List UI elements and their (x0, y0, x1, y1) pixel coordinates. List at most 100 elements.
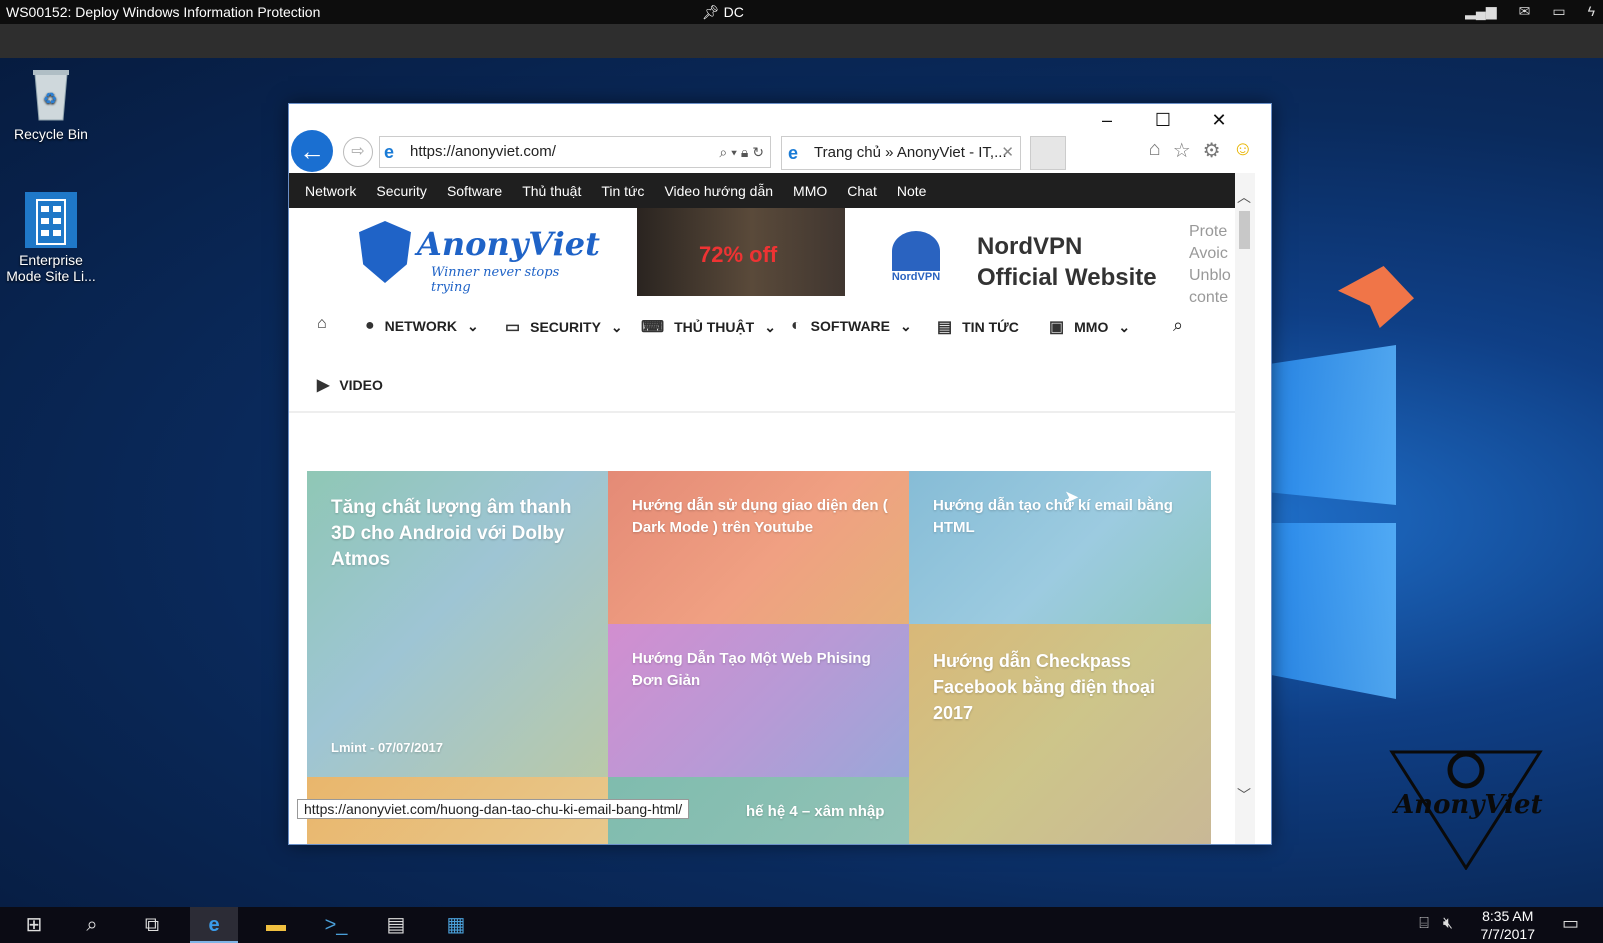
nav-software[interactable]: ◐ SOFTWARE ⌄ (791, 317, 912, 335)
featured-post[interactable]: Tăng chất lượng âm thanh 3D cho Android … (307, 471, 608, 777)
close-tab-icon[interactable]: ✕ (1001, 137, 1014, 169)
taskbar-file-explorer[interactable]: ▬ (252, 907, 300, 943)
forward-button[interactable]: ⇨ (343, 137, 373, 167)
top-nav-chat[interactable]: Chat (847, 183, 877, 199)
arrow-left-icon: ← (299, 136, 325, 166)
vertical-scrollbar[interactable]: ︿ ﹀ (1235, 173, 1255, 844)
clock-time: 8:35 AM (1482, 908, 1534, 924)
search-icon: ⌕ (86, 914, 98, 936)
close-window-button[interactable]: ✕ (1205, 110, 1233, 131)
maximize-button[interactable]: ☐ (1149, 110, 1177, 131)
nav-network[interactable]: ● NETWORK ⌄ (365, 317, 479, 335)
top-nav-security[interactable]: Security (376, 183, 427, 199)
nav-news[interactable]: ▤ TIN TỨC (937, 317, 1019, 337)
clock[interactable]: 8:35 AM 7/7/2017 (1481, 907, 1536, 943)
money-icon: ▣ (1049, 319, 1065, 336)
nordvpn-logo[interactable]: NordVPN (887, 231, 945, 291)
top-nav-network[interactable]: Network (305, 183, 356, 199)
ad-side-line: Unblo (1189, 267, 1231, 284)
nav-home[interactable]: ⌂ (317, 315, 327, 333)
chevron-up-icon[interactable]: ︿ (1237, 187, 1251, 207)
enterprise-mode-label: Enterprise Mode Site Li... (6, 252, 96, 284)
tab-title: Trang chủ » AnonyViet - IT,... (814, 144, 1007, 161)
minimize-button[interactable]: – (1093, 110, 1121, 131)
status-url-tooltip: https://anonyviet.com/huong-dan-tao-chu-… (297, 799, 690, 819)
search-button[interactable]: ⌕ (68, 907, 116, 943)
taskbar-enterprise-mode[interactable]: ▦ (432, 907, 480, 943)
chevron-down-icon[interactable]: ﹀ (1237, 785, 1251, 805)
ad-banner-image[interactable]: 72% off (637, 208, 845, 296)
network-icon[interactable]: ⌸ (1419, 915, 1429, 933)
mail-icon[interactable]: ✉ (1519, 3, 1531, 20)
top-nav-software[interactable]: Software (447, 183, 502, 199)
top-nav-news[interactable]: Tin tức (601, 183, 644, 199)
orange-arrow-icon (1338, 266, 1414, 328)
shield-lock-icon (359, 221, 411, 283)
post-meta: Lmint - 07/07/2017 (331, 740, 444, 755)
system-tray: ⌸ 🔇︎ (1419, 915, 1453, 933)
taskbar-server-manager[interactable]: ▤ (372, 907, 420, 943)
mountain-icon (892, 231, 940, 271)
folder-icon: ▬ (266, 914, 286, 936)
nordvpn-ad-title[interactable]: NordVPN Official Website (977, 231, 1157, 293)
home-icon: ⌂ (317, 315, 327, 332)
post-tile[interactable]: Hướng dẫn Checkpass Facebook bằng điện t… (909, 624, 1211, 844)
nav-security-label: SECURITY (530, 319, 601, 335)
rdp-title-bar: WS00152: Deploy Windows Information Prot… (0, 0, 1603, 24)
nav-tips[interactable]: ⌨ THỦ THUẬT ⌄ (641, 317, 776, 337)
refresh-icon[interactable]: ↻ (752, 144, 764, 160)
task-view-button[interactable]: ⧉ (128, 907, 176, 943)
ad-side-line: Avoic (1189, 245, 1228, 262)
software-icon: ◐ (791, 317, 801, 334)
star-icon[interactable]: ☆ (1173, 138, 1191, 163)
server-icon: ▤ (386, 914, 406, 936)
rdp-pin-host[interactable]: 📌︎ DC (702, 4, 744, 21)
recycle-bin[interactable]: ♻ Recycle Bin (6, 66, 96, 142)
rdp-host: DC (723, 4, 744, 20)
dropdown-icon[interactable]: ▾ (731, 144, 737, 160)
nav-divider (289, 411, 1235, 413)
lock-icon[interactable]: 🔒︎ (741, 144, 748, 160)
top-nav-note[interactable]: Note (897, 183, 927, 199)
taskbar-ie[interactable]: e (190, 907, 238, 943)
browser-tab[interactable]: e Trang chủ » AnonyViet - IT,... ✕ (781, 136, 1021, 170)
nav-security[interactable]: ▭ SECURITY ⌄ (505, 317, 623, 337)
volume-muted-icon[interactable]: 🔇︎ (1443, 915, 1453, 933)
back-button[interactable]: ← (291, 130, 333, 172)
nav-video[interactable]: ▶ VIDEO (317, 375, 383, 395)
scroll-thumb[interactable] (1239, 211, 1250, 249)
site-logo[interactable]: AnonyViet Winner never stops trying (359, 221, 600, 295)
lightning-icon[interactable]: ϟ (1588, 3, 1595, 20)
address-bar[interactable]: e https://anonyviet.com/ ⌕ ▾ 🔒︎ ↻ (379, 136, 771, 168)
logo-tagline: Winner never stops trying (431, 265, 560, 295)
nav-mmo[interactable]: ▣ MMO ⌄ (1049, 317, 1130, 337)
start-button[interactable]: ⊞ (10, 907, 58, 943)
post-tile[interactable]: Hướng dẫn sử dụng giao diện đen ( Dark M… (608, 471, 909, 624)
search-icon[interactable]: ⌕ (719, 144, 727, 160)
nav-software-label: SOFTWARE (810, 318, 891, 334)
post-tile[interactable]: Hướng dẫn tạo chữ kí email bằng HTML (909, 471, 1211, 624)
recycle-bin-label: Recycle Bin (14, 126, 88, 142)
post-author[interactable]: Lmint (331, 740, 366, 755)
post-tile[interactable]: Hướng Dẫn Tạo Một Web Phising Đơn Giản (608, 624, 909, 777)
nordvpn-title-line1: NordVPN (977, 233, 1083, 260)
top-nav-video-guide[interactable]: Video hướng dẫn (664, 183, 773, 199)
search-icon[interactable]: ⌕ (1173, 315, 1183, 336)
taskbar-powershell[interactable]: >_ (312, 907, 360, 943)
new-tab-button[interactable] (1030, 136, 1066, 170)
nordvpn-logo-text: NordVPN (891, 271, 941, 283)
keyboard-icon: ⌨ (641, 319, 665, 336)
ie-icon: e (384, 142, 395, 162)
ie-toolbar: – ☐ ✕ ← ⇨ e https://anonyviet.com/ ⌕ ▾ 🔒… (289, 104, 1271, 173)
home-icon[interactable]: ⌂ (1149, 138, 1161, 163)
address-url[interactable]: https://anonyviet.com/ (410, 137, 556, 167)
recycle-bin-icon: ♻ (25, 66, 77, 122)
gear-icon[interactable]: ⚙ (1203, 138, 1221, 163)
top-nav-mmo[interactable]: MMO (793, 183, 827, 199)
action-center-icon[interactable]: ▭ (1562, 913, 1579, 934)
youtube-icon: ▶ (317, 377, 330, 394)
enterprise-mode-site-list[interactable]: Enterprise Mode Site Li... (6, 192, 96, 284)
smiley-icon[interactable]: ☺ (1233, 138, 1253, 163)
monitor-icon[interactable]: ▭ (1552, 3, 1565, 20)
top-nav-tips[interactable]: Thủ thuật (522, 183, 581, 199)
